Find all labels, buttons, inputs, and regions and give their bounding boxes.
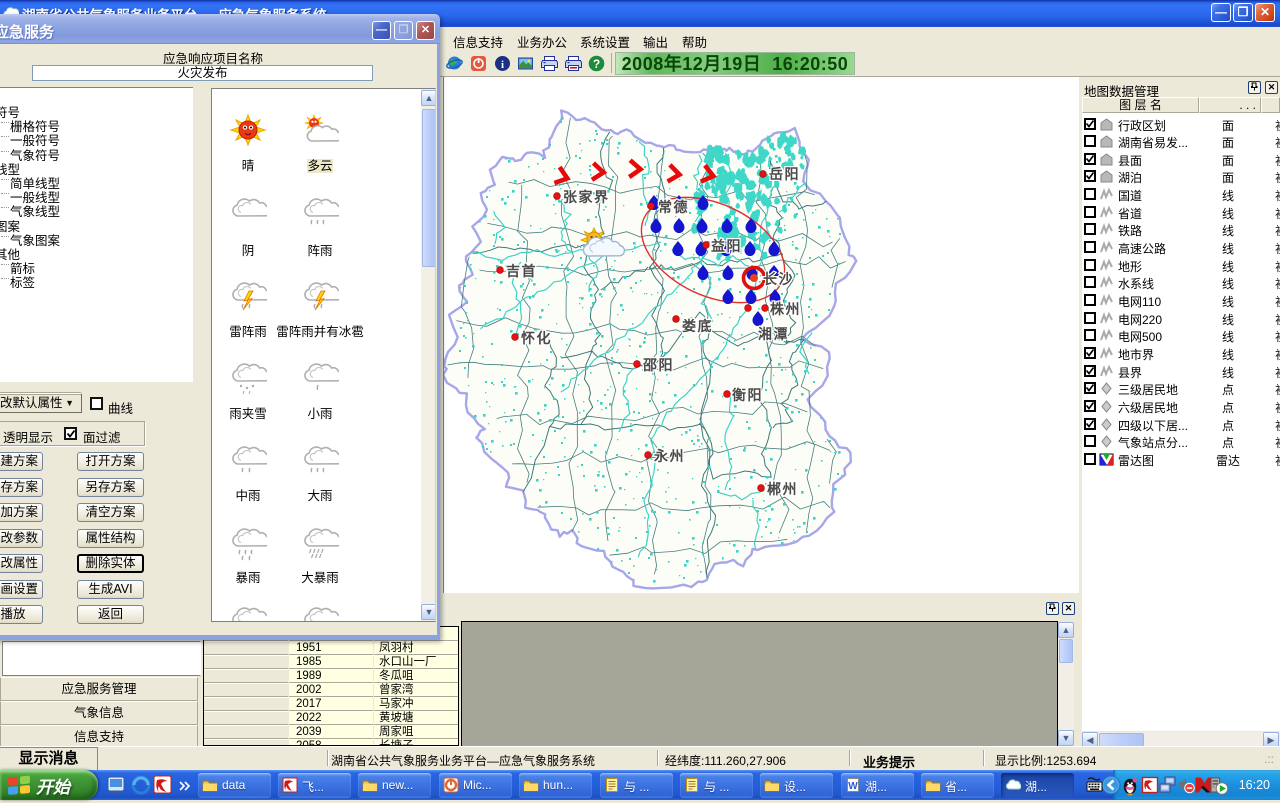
svg-text:长沙: 长沙 (763, 271, 794, 287)
svg-text:娄底: 娄底 (682, 318, 713, 334)
svg-text:益阳: 益阳 (711, 238, 742, 254)
svg-text:郴州: 郴州 (767, 481, 798, 497)
svg-text:?: ? (593, 57, 600, 71)
svg-text:衡阳: 衡阳 (732, 387, 763, 403)
svg-text:怀化: 怀化 (521, 330, 552, 346)
svg-text:常德: 常德 (658, 199, 689, 215)
svg-text:永州: 永州 (653, 448, 685, 464)
svg-text:株州: 株州 (770, 301, 801, 317)
svg-text:i: i (501, 59, 504, 71)
svg-text:W: W (848, 781, 858, 792)
svg-text:张家界: 张家界 (563, 189, 610, 205)
svg-text:邵阳: 邵阳 (642, 357, 674, 373)
svg-text:吉首: 吉首 (506, 263, 537, 279)
svg-text:岳阳: 岳阳 (769, 166, 800, 182)
svg-text:湘潭: 湘潭 (758, 326, 789, 342)
